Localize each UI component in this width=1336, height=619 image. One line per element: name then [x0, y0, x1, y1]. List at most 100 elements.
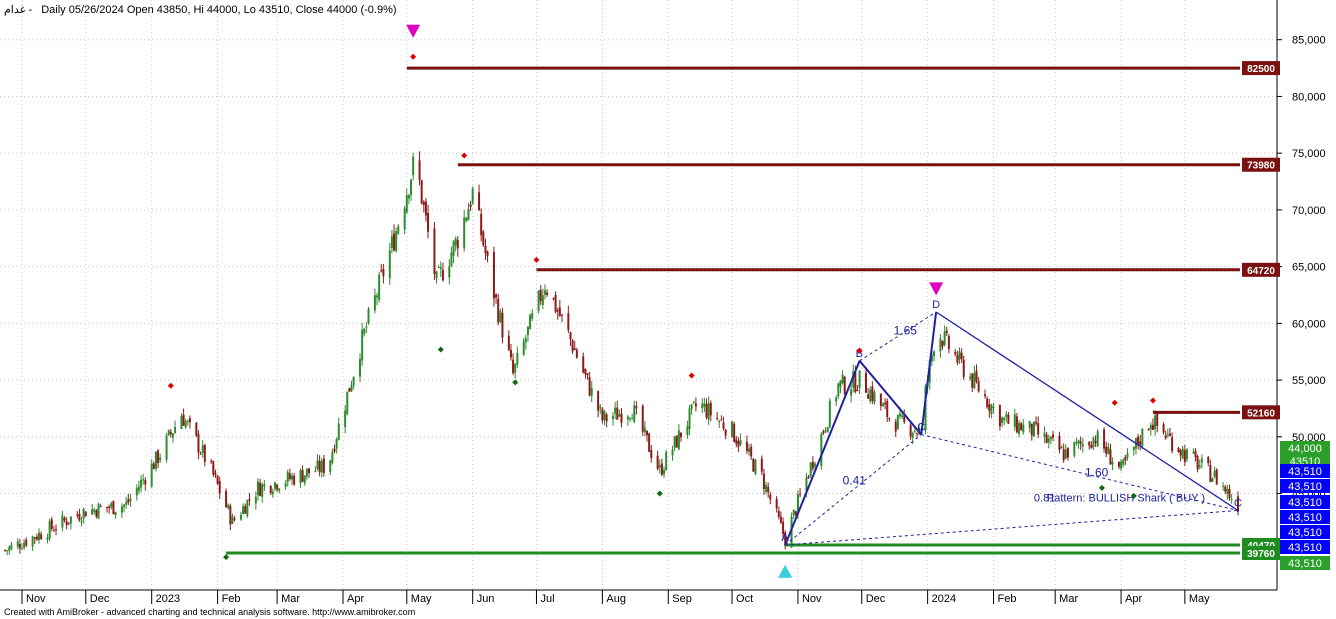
candle-body — [305, 468, 308, 477]
pattern-ratio-line — [785, 509, 1239, 546]
candle-body — [824, 430, 827, 432]
candle-body — [958, 351, 961, 360]
candle-body — [273, 482, 276, 489]
candle-body — [867, 394, 870, 399]
candle-body — [1137, 436, 1140, 445]
candle-body — [762, 473, 765, 489]
candle-body — [197, 434, 200, 453]
candle-body — [641, 405, 644, 432]
candle-body — [418, 160, 421, 181]
y-tick-label: 85,000 — [1292, 35, 1326, 47]
candle-body — [658, 465, 661, 468]
price-tag-label: 43,510 — [1288, 497, 1322, 509]
candle-body — [864, 372, 867, 393]
candle-body — [690, 404, 693, 409]
trough-dot-icon — [437, 346, 444, 353]
candle-body — [40, 534, 43, 540]
candle-body — [1117, 461, 1120, 467]
candle-body — [93, 509, 96, 512]
candle-body — [195, 422, 198, 436]
candle-body — [412, 156, 415, 176]
candle-body — [858, 370, 861, 388]
x-tick-label: Jun — [477, 593, 495, 605]
candle-body — [159, 457, 162, 461]
candle-body — [956, 355, 959, 363]
candle-body — [269, 485, 272, 493]
candle-body — [144, 480, 147, 485]
harmonic-pattern: ABCDC1.650.411.600.81Pattern: BULLISH Sh… — [781, 299, 1242, 546]
candle-body — [943, 331, 946, 345]
candle-body — [1166, 434, 1169, 436]
candle-body — [611, 416, 614, 420]
x-tick-label: Aug — [606, 593, 626, 605]
candle-body — [1049, 436, 1052, 440]
candle-body — [1088, 442, 1091, 446]
candle-body — [873, 392, 876, 403]
candle-body — [1043, 432, 1046, 437]
candle-body — [541, 295, 544, 305]
candle-body — [590, 388, 593, 396]
x-tick-label: Feb — [222, 593, 241, 605]
candle-body — [1109, 449, 1112, 465]
candle-body — [99, 506, 102, 508]
candle-body — [1105, 446, 1108, 454]
candle-body — [1077, 440, 1080, 444]
candle-body — [333, 448, 336, 452]
candle-body — [984, 394, 987, 397]
candle-body — [792, 509, 795, 516]
candle-body — [588, 377, 591, 396]
candle-body — [108, 506, 111, 509]
x-tick-label: Sep — [672, 593, 692, 605]
candle-body — [969, 376, 972, 379]
candle-body — [1062, 449, 1065, 461]
peak-dot-icon — [410, 53, 417, 60]
candle-body — [1007, 414, 1010, 424]
chart-title: غدام - Daily 05/26/2024 Open 43850, Hi 4… — [4, 4, 397, 16]
candle-body — [171, 433, 174, 438]
markers — [167, 24, 1156, 578]
peak-dot-icon — [167, 382, 174, 389]
candle-body — [478, 192, 481, 211]
candle-body — [1164, 435, 1167, 439]
candle-body — [584, 368, 587, 374]
candle-body — [1183, 450, 1186, 462]
trough-dot-icon — [223, 554, 230, 561]
pattern-leg-xa — [784, 360, 861, 546]
candle-body — [129, 498, 132, 502]
candle-body — [244, 506, 247, 514]
candle-body — [843, 376, 846, 394]
candle-body — [437, 267, 440, 269]
candle-body — [709, 402, 712, 416]
price-tag-label: 43,510 — [1288, 558, 1322, 570]
candle-body — [152, 463, 155, 470]
candle-body — [33, 537, 36, 539]
candle-body — [616, 407, 619, 420]
candle-body — [665, 452, 668, 471]
candle-body — [522, 341, 525, 355]
candle-body — [648, 433, 651, 452]
candle-body — [879, 393, 882, 406]
candle-body — [529, 314, 532, 330]
candle-body — [1200, 458, 1203, 463]
candle-body — [1211, 478, 1214, 483]
candle-body — [739, 440, 742, 445]
candle-body — [214, 472, 217, 475]
candle-body — [733, 423, 736, 443]
level-lines — [226, 66, 1240, 555]
candle-body — [813, 463, 816, 467]
candle-body — [775, 498, 778, 509]
candle-body — [620, 413, 623, 423]
candle-body — [55, 529, 58, 531]
candle-body — [403, 208, 406, 230]
x-tick-label: 2023 — [156, 593, 180, 605]
candle-body — [407, 195, 410, 199]
candle-body — [254, 496, 257, 504]
candle-body — [18, 544, 21, 549]
candle-body — [692, 401, 695, 403]
candle-body — [65, 521, 68, 526]
candle-body — [410, 179, 413, 195]
trough-dot-icon — [1098, 484, 1105, 491]
candle-body — [218, 481, 221, 494]
peak-dot-icon — [688, 372, 695, 379]
candle-body — [1052, 434, 1055, 438]
